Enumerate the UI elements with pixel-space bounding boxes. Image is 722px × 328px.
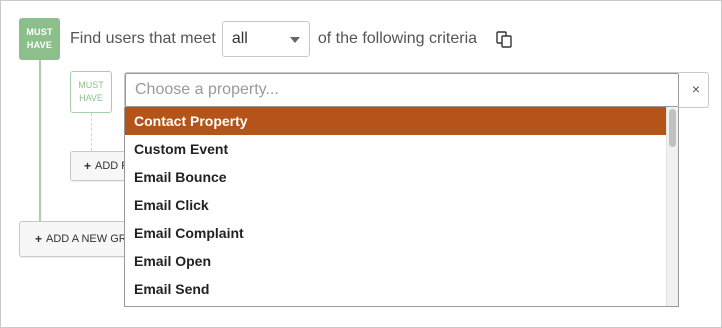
- dropdown-option[interactable]: Email Send: [125, 275, 667, 303]
- dropdown-option[interactable]: Email Complaint: [125, 219, 667, 247]
- property-row: ×: [124, 72, 709, 108]
- add-group-button[interactable]: + ADD A NEW GR: [19, 221, 134, 257]
- add-rule-button[interactable]: + ADD R: [70, 151, 130, 181]
- rule-must-have-badge: MUST HAVE: [70, 71, 112, 113]
- dropdown-option[interactable]: Custom Event: [125, 135, 667, 163]
- segment-builder: MUST HAVE Find users that meet all of th…: [0, 0, 722, 328]
- rule-connector-line: [91, 113, 92, 151]
- scrollbar-thumb[interactable]: [669, 109, 676, 147]
- dropdown-option[interactable]: Email Click: [125, 191, 667, 219]
- plus-icon: +: [84, 159, 92, 173]
- dropdown-option[interactable]: Email Bounce: [125, 163, 667, 191]
- property-search-input[interactable]: [125, 73, 679, 107]
- copy-icon[interactable]: [495, 30, 513, 48]
- rule-badge-line-1: MUST: [78, 80, 104, 90]
- property-dropdown: Contact Property Custom Event Email Boun…: [124, 107, 679, 307]
- caret-down-icon: [289, 37, 300, 43]
- rule-badge-line-2: HAVE: [79, 93, 103, 103]
- match-select-value: all: [231, 30, 248, 47]
- dropdown-option[interactable]: Contact Property: [125, 107, 667, 135]
- dropdown-option[interactable]: Email Open: [125, 247, 667, 275]
- add-group-label: ADD A NEW GR: [46, 233, 127, 245]
- must-have-badge: MUST HAVE: [19, 18, 60, 60]
- badge-line-1: MUST: [26, 27, 53, 37]
- criteria-suffix: of the following criteria: [317, 30, 478, 47]
- dropdown-scrollbar[interactable]: [666, 107, 678, 306]
- match-select[interactable]: all: [221, 21, 310, 57]
- group-connector-line: [39, 60, 41, 221]
- criteria-prefix: Find users that meet: [70, 30, 216, 47]
- criteria-row: Find users that meet all of the followin…: [70, 21, 513, 57]
- close-icon[interactable]: ×: [692, 81, 700, 97]
- plus-icon: +: [35, 232, 43, 246]
- badge-line-2: HAVE: [26, 40, 53, 50]
